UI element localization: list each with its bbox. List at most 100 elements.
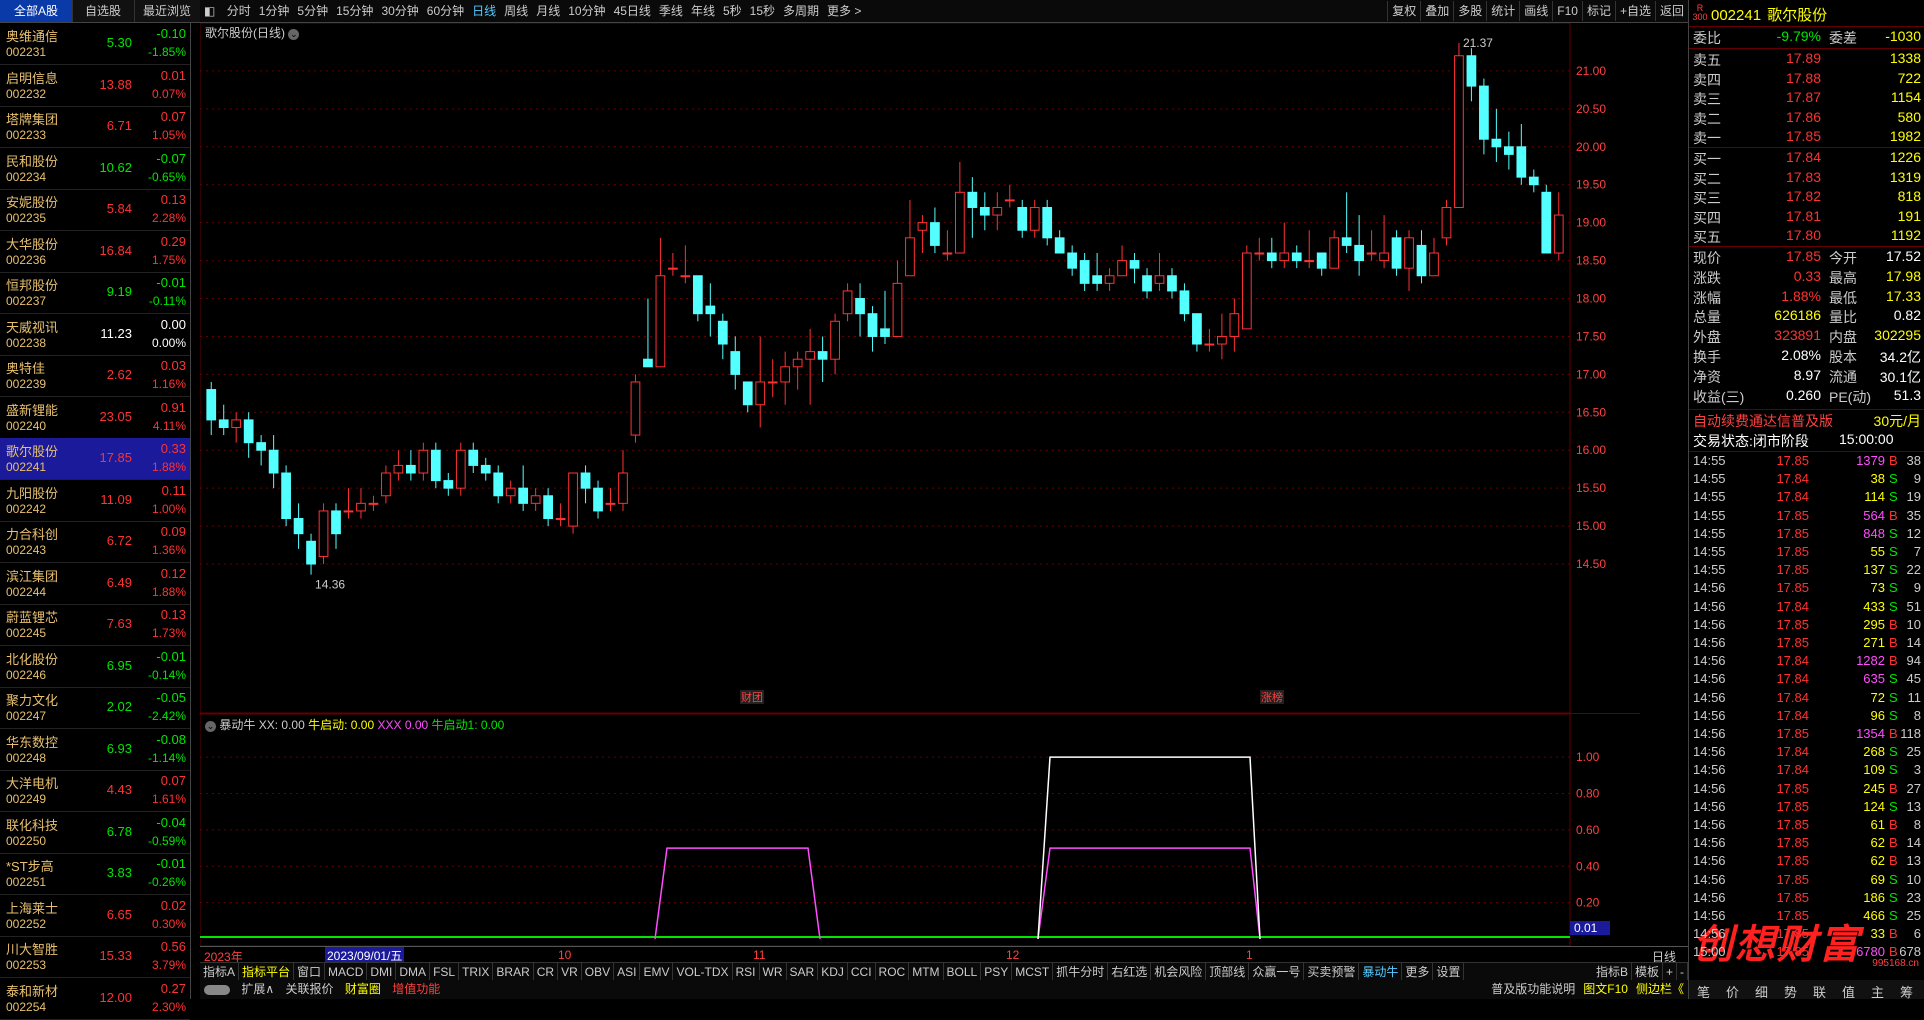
quote-footer-tab-1[interactable]: 价 — [1726, 982, 1739, 1001]
quote-footer-tab-0[interactable]: 笔 — [1697, 982, 1710, 1001]
stock-row[interactable]: 盛新锂能 002240 23.05 0.91 4.11% — [0, 397, 190, 439]
indicator-tab-22[interactable]: BOLL — [944, 963, 982, 981]
tab-indicator-b[interactable]: 指标B — [1593, 963, 1632, 981]
quote-footer-tab-6[interactable]: 主 — [1871, 982, 1884, 1001]
ad-banner[interactable]: 自动续费通达信普及版 30元/月 — [1689, 411, 1924, 430]
indicator-chart[interactable]: 1.00 0.80 0.60 0.40 0.20 0.01 — [200, 714, 1640, 946]
stock-row[interactable]: 恒邦股份 002237 9.19 -0.01 -0.11% — [0, 272, 190, 314]
stock-row[interactable]: 滨江集团 002244 6.49 0.12 1.88% — [0, 563, 190, 605]
tool-button-4[interactable]: 画线 — [1519, 1, 1552, 21]
tool-button-8[interactable]: 返回 — [1654, 1, 1688, 21]
edition-notes-link[interactable]: 普及版功能说明 — [1487, 980, 1579, 999]
period-tab-5[interactable]: 60分钟 — [423, 0, 468, 22]
indicator-tab-20[interactable]: ROC — [876, 963, 910, 981]
toggle-switch-icon[interactable] — [200, 980, 234, 999]
period-tab-10[interactable]: 45日线 — [610, 0, 655, 22]
stock-row[interactable]: *ST步高 002251 3.83 -0.01 -0.26% — [0, 853, 190, 895]
indicator-tab-9[interactable]: CR — [534, 963, 559, 981]
indicator-tab-25[interactable]: 抓牛分时 — [1053, 963, 1109, 981]
indicator-tab-24[interactable]: MCST — [1012, 963, 1054, 981]
indicator-tab-2[interactable]: 窗口 — [294, 963, 326, 981]
indicator-tab-19[interactable]: CCI — [848, 963, 876, 981]
stock-row[interactable]: 奥特佳 002239 2.62 0.03 1.16% — [0, 355, 190, 397]
quote-footer-tab-5[interactable]: 值 — [1842, 982, 1855, 1001]
stock-row[interactable]: 华东数控 002248 6.93 -0.08 -1.14% — [0, 729, 190, 771]
stock-row[interactable]: 歌尔股份 002241 17.85 0.33 1.88% — [0, 438, 190, 480]
stock-row[interactable]: 聚力文化 002247 2.02 -0.05 -2.42% — [0, 687, 190, 729]
period-tab-3[interactable]: 15分钟 — [332, 0, 377, 22]
period-tab-11[interactable]: 季线 — [655, 0, 687, 22]
indicator-tab-23[interactable]: PSY — [981, 963, 1013, 981]
indicator-tab-3[interactable]: MACD — [325, 963, 368, 981]
stock-row[interactable]: 大洋电机 002249 4.43 0.07 1.61% — [0, 770, 190, 812]
stock-row[interactable]: 大华股份 002236 16.84 0.29 1.75% — [0, 231, 190, 273]
quote-footer-tab-4[interactable]: 联 — [1813, 982, 1826, 1001]
candlestick-chart[interactable]: 21.00 20.50 20.00 19.50 19.00 18.50 18.00 17.50… — [200, 23, 1640, 714]
tab-template[interactable]: 模板 — [1632, 963, 1663, 981]
quote-footer-tab-7[interactable]: 筹 — [1900, 982, 1913, 1001]
f10-link[interactable]: 图文F10 — [1579, 980, 1632, 999]
stock-row[interactable]: 北化股份 002246 6.95 -0.01 -0.14% — [0, 646, 190, 688]
stock-row[interactable]: 塔牌集团 002233 6.71 0.07 1.05% — [0, 106, 190, 148]
indicator-tab-0[interactable]: 指标A — [200, 963, 240, 981]
event-marker[interactable]: 涨榜 — [1260, 690, 1284, 704]
related-quotes-button[interactable]: 关联报价 — [281, 980, 337, 999]
indicator-tab-10[interactable]: VR — [558, 963, 582, 981]
less-icon[interactable]: - — [1677, 963, 1688, 981]
wealth-circle-button[interactable]: 财富圈 — [341, 980, 385, 999]
period-tab-4[interactable]: 30分钟 — [377, 0, 422, 22]
period-tab-13[interactable]: 5秒 — [719, 0, 746, 22]
tool-button-0[interactable]: 复权 — [1387, 1, 1420, 21]
indicator-tab-27[interactable]: 机会风险 — [1151, 963, 1207, 981]
period-tab-1[interactable]: 1分钟 — [255, 0, 294, 22]
period-tab-0[interactable]: 分时 — [223, 0, 255, 22]
indicator-tab-1[interactable]: 指标平台 — [239, 963, 295, 981]
stock-row[interactable]: 奥维通信 002231 5.30 -0.10 -1.85% — [0, 23, 190, 65]
indicator-tab-16[interactable]: WR — [760, 963, 787, 981]
period-tab-6[interactable]: 日线 — [468, 0, 500, 22]
sidebar-toggle[interactable]: 侧边栏《 — [1632, 980, 1688, 999]
indicator-tab-29[interactable]: 众赢一号 — [1249, 963, 1305, 981]
quote-footer-tab-3[interactable]: 势 — [1784, 982, 1797, 1001]
tool-button-2[interactable]: 多股 — [1453, 1, 1486, 21]
indicator-tab-28[interactable]: 顶部线 — [1206, 963, 1250, 981]
stock-row[interactable]: 蔚蓝锂芯 002245 7.63 0.13 1.73% — [0, 604, 190, 646]
period-tab-16[interactable]: 更多 > — [823, 0, 865, 22]
stock-row[interactable]: 安妮股份 002235 5.84 0.13 2.28% — [0, 189, 190, 231]
indicator-tab-26[interactable]: 右红选 — [1108, 963, 1152, 981]
period-tab-2[interactable]: 5分钟 — [293, 0, 332, 22]
indicator-tab-33[interactable]: 设置 — [1433, 963, 1465, 981]
period-tab-12[interactable]: 年线 — [687, 0, 719, 22]
stock-row[interactable]: 九阳股份 002242 11.09 0.11 1.00% — [0, 480, 190, 522]
expand-button[interactable]: 扩展∧ — [237, 980, 278, 999]
period-tab-14[interactable]: 15秒 — [746, 0, 779, 22]
tab-all-a-shares[interactable]: 全部A股 — [0, 0, 73, 22]
tab-recent[interactable]: 最近浏览 — [134, 0, 201, 22]
indicator-tab-31[interactable]: 暴动牛 — [1359, 963, 1403, 981]
indicator-tab-6[interactable]: FSL — [430, 963, 460, 981]
period-tab-15[interactable]: 多周期 — [779, 0, 823, 22]
indicator-tab-5[interactable]: DMA — [396, 963, 431, 981]
tool-button-1[interactable]: 叠加 — [1420, 1, 1453, 21]
indicator-tab-14[interactable]: VOL-TDX — [673, 963, 733, 981]
tab-watchlist[interactable]: 自选股 — [72, 0, 135, 22]
tool-button-5[interactable]: F10 — [1552, 1, 1582, 21]
stock-row[interactable]: 民和股份 002234 10.62 -0.07 -0.65% — [0, 148, 190, 190]
indicator-tab-11[interactable]: OBV — [582, 963, 615, 981]
stock-row[interactable]: 启明信息 002232 13.88 0.01 0.07% — [0, 65, 190, 107]
period-tab-8[interactable]: 月线 — [532, 0, 564, 22]
indicator-tab-17[interactable]: SAR — [787, 963, 819, 981]
indicator-tab-12[interactable]: ASI — [614, 963, 641, 981]
indicator-tab-30[interactable]: 买卖预警 — [1304, 963, 1360, 981]
tool-button-6[interactable]: 标记 — [1581, 1, 1615, 21]
quote-footer-tab-2[interactable]: 细 — [1755, 982, 1768, 1001]
indicator-tab-4[interactable]: DMI — [367, 963, 397, 981]
indicator-tab-7[interactable]: TRIX — [459, 963, 494, 981]
indicator-tab-8[interactable]: BRAR — [493, 963, 534, 981]
indicator-tab-13[interactable]: EMV — [640, 963, 674, 981]
stock-row[interactable]: 川大智胜 002253 15.33 0.56 3.79% — [0, 936, 190, 978]
indicator-tab-32[interactable]: 更多 — [1402, 963, 1434, 981]
tool-button-7[interactable]: +自选 — [1614, 1, 1655, 21]
stock-row[interactable]: 联化科技 002250 6.78 -0.04 -0.59% — [0, 812, 190, 854]
value-added-button[interactable]: 增值功能 — [388, 980, 444, 999]
